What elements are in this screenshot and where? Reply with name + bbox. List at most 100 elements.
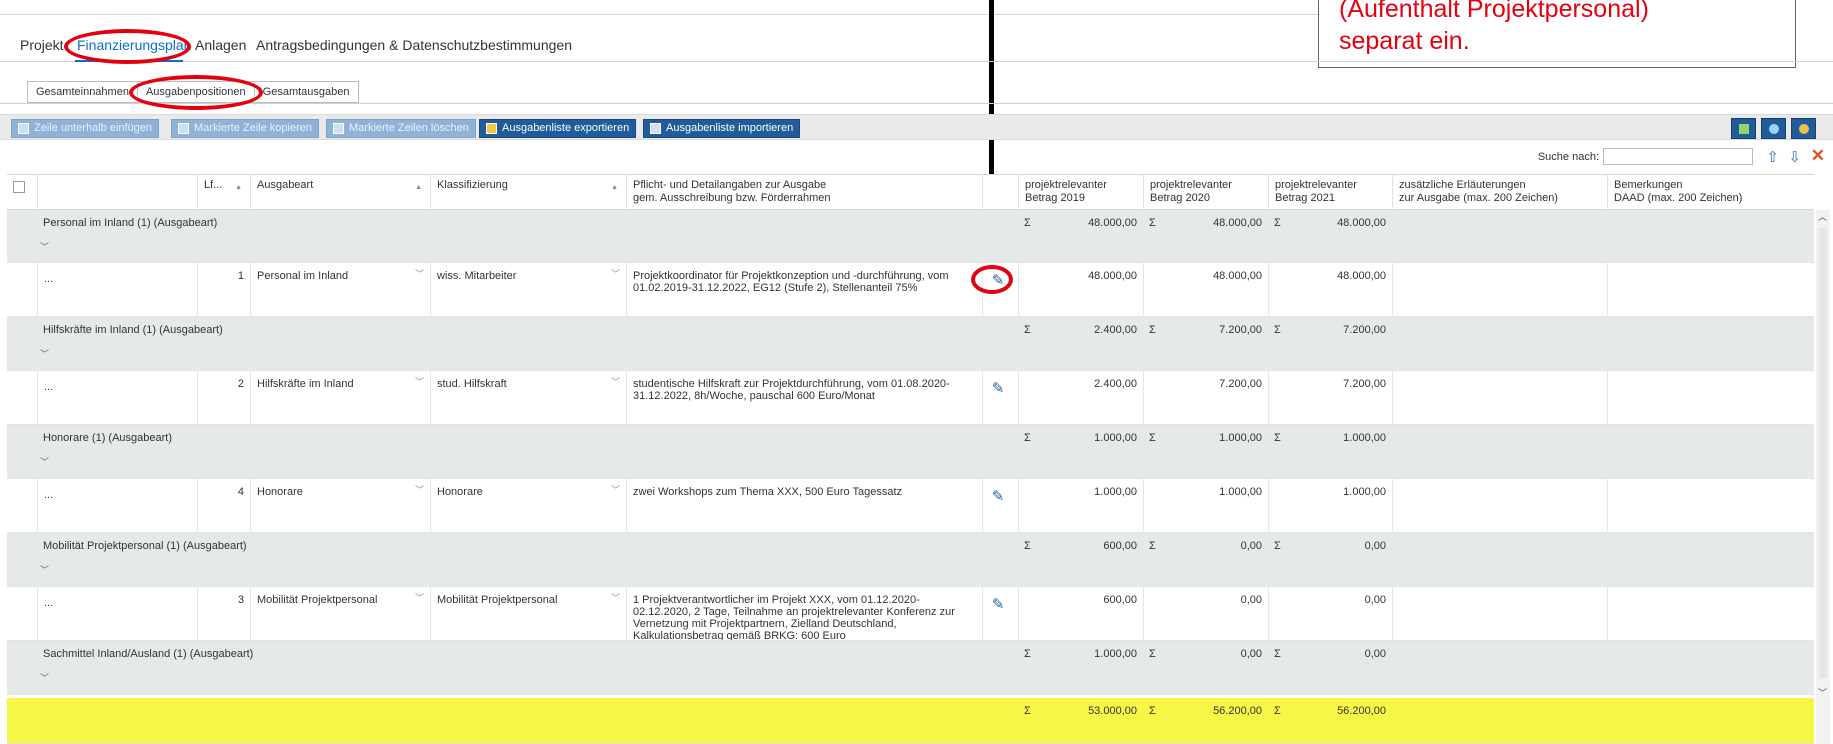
header-betrag-2020[interactable]: projektrelevanter Betrag 2020 [1143, 175, 1268, 211]
betrag-2019-cell[interactable]: 2.400,00 [1018, 371, 1143, 424]
chevron-down-icon[interactable]: ﹀ [40, 456, 49, 468]
row-select[interactable] [7, 317, 37, 370]
header-bemerkungen[interactable]: Bemerkungen DAAD (max. 200 Zeichen) [1607, 175, 1814, 211]
bemerkung-cell[interactable] [1607, 587, 1814, 640]
row-select[interactable] [7, 425, 37, 478]
search-button[interactable] [1761, 118, 1786, 139]
row-select[interactable] [7, 263, 37, 316]
erlaeuterung-cell[interactable] [1392, 371, 1607, 424]
bemerkung-cell[interactable] [1607, 371, 1814, 424]
header-betrag-2021[interactable]: projektrelevanter Betrag 2021 [1268, 175, 1392, 211]
betrag-2020-cell[interactable]: 1.000,00 [1143, 479, 1268, 532]
betrag-2019-cell[interactable]: 600,00 [1018, 587, 1143, 640]
header-ausgabeart[interactable]: Ausgabeart ▲ [250, 175, 430, 211]
betrag-2020-cell[interactable]: 0,00 [1143, 587, 1268, 640]
edit-pencil-icon[interactable]: ✎ [988, 487, 1008, 505]
erlaeuterung-cell[interactable] [1392, 587, 1607, 640]
personalize-button[interactable] [1791, 118, 1816, 139]
row-select[interactable] [7, 371, 37, 424]
desc-cell[interactable]: Projektkoordinator für Projektkonzeption… [626, 263, 982, 316]
row-menu[interactable]: ... [37, 479, 197, 532]
chevron-down-icon[interactable]: ﹀ [415, 376, 424, 388]
arrow-up-icon[interactable]: ⇧ [1766, 148, 1779, 166]
betrag-2019-cell[interactable]: 1.000,00 [1018, 479, 1143, 532]
group-row[interactable]: Hilfskräfte im Inland (1) (Ausgabeart) ﹀ … [7, 317, 1814, 371]
table-row[interactable]: ... 2 Hilfskräfte im Inland ﹀ stud. Hilfs… [7, 371, 1814, 425]
header-erlaeuterungen[interactable]: zusätzliche Erläuterungen zur Ausgabe (ma… [1392, 175, 1607, 211]
erlaeuterung-cell[interactable] [1392, 263, 1607, 316]
chevron-down-icon[interactable]: ﹀ [415, 268, 424, 280]
betrag-2021-cell[interactable]: 1.000,00 [1268, 479, 1392, 532]
erlaeuterung-cell[interactable] [1392, 479, 1607, 532]
ausgabeart-select[interactable]: Mobilität Projektpersonal ﹀ [250, 587, 430, 640]
chevron-down-icon[interactable]: ﹀ [40, 241, 49, 253]
subtab-gesamteinnahmen[interactable]: Gesamteinnahmen [28, 82, 138, 102]
chevron-down-icon[interactable]: ﹀ [40, 348, 49, 360]
tab-anlagen[interactable]: Anlagen [195, 37, 246, 53]
edit-pencil-icon[interactable]: ✎ [988, 379, 1008, 397]
header-betrag-2019[interactable]: projektrelevanter Betrag 2019 [1018, 175, 1143, 211]
chevron-down-icon[interactable]: ﹀ [611, 268, 620, 280]
insert-row-button[interactable]: Zeile unterhalb einfügen [11, 119, 160, 138]
group-row[interactable]: Sachmittel Inland/Ausland (1) (Ausgabear… [7, 641, 1814, 695]
header-lfd[interactable]: Lf... ▲ [197, 175, 250, 211]
delete-rows-button[interactable]: Markierte Zeilen löschen [326, 119, 476, 138]
scroll-down-icon[interactable]: ﹀ [1818, 686, 1827, 699]
ausgabeart-select[interactable]: Hilfskräfte im Inland ﹀ [250, 371, 430, 424]
row-menu[interactable]: ... [37, 587, 197, 640]
tab-antragsbedingungen[interactable]: Antragsbedingungen & Datenschutzbestimmu… [256, 37, 572, 53]
row-menu[interactable]: ... [37, 263, 197, 316]
betrag-2019-cell[interactable]: 48.000,00 [1018, 263, 1143, 316]
chevron-down-icon[interactable]: ﹀ [40, 672, 49, 684]
group-row[interactable]: Mobilität Projektpersonal (1) (Ausgabear… [7, 533, 1814, 587]
betrag-2021-cell[interactable]: 48.000,00 [1268, 263, 1392, 316]
ausgabeart-select[interactable]: Honorare ﹀ [250, 479, 430, 532]
desc-cell[interactable]: zwei Workshops zum Thema XXX, 500 Euro T… [626, 479, 982, 532]
klassifizierung-select[interactable]: Honorare ﹀ [430, 479, 626, 532]
chevron-down-icon[interactable]: ﹀ [40, 564, 49, 576]
row-select[interactable] [7, 210, 37, 262]
betrag-2021-cell[interactable]: 7.200,00 [1268, 371, 1392, 424]
header-klassifizierung[interactable]: Klassifizierung ▲ [430, 175, 626, 211]
klassifizierung-select[interactable]: Mobilität Projektpersonal ﹀ [430, 587, 626, 640]
row-select[interactable] [7, 641, 37, 694]
copy-row-button[interactable]: Markierte Zeile kopieren [171, 119, 319, 138]
ausgabeart-select[interactable]: Personal im Inland ﹀ [250, 263, 430, 316]
search-input[interactable] [1603, 148, 1753, 165]
select-all-cell[interactable] [7, 175, 37, 211]
import-list-button[interactable]: Ausgabenliste importieren [643, 119, 801, 138]
betrag-2021-cell[interactable]: 0,00 [1268, 587, 1392, 640]
chevron-down-icon[interactable]: ﹀ [611, 376, 620, 388]
export-list-button[interactable]: Ausgabenliste exportieren [479, 119, 637, 138]
header-pflichtangaben[interactable]: Pflicht- und Detailangaben zur Ausgabe ge… [626, 175, 982, 211]
chevron-down-icon[interactable]: ﹀ [611, 484, 620, 496]
edit-pencil-icon[interactable]: ✎ [988, 595, 1008, 613]
klassifizierung-select[interactable]: wiss. Mitarbeiter ﹀ [430, 263, 626, 316]
vertical-scrollbar[interactable]: ︿ ﹀ [1816, 210, 1830, 744]
row-select[interactable] [7, 587, 37, 640]
close-icon[interactable]: ✕ [1811, 146, 1825, 166]
chevron-down-icon[interactable]: ﹀ [611, 592, 620, 604]
chevron-down-icon[interactable]: ﹀ [415, 484, 424, 496]
klassifizierung-select[interactable]: stud. Hilfskraft ﹀ [430, 371, 626, 424]
arrow-down-icon[interactable]: ⇩ [1788, 148, 1801, 166]
group-row[interactable]: Personal im Inland (1) (Ausgabeart) ﹀ Σ 48… [7, 210, 1814, 263]
bemerkung-cell[interactable] [1607, 479, 1814, 532]
row-select[interactable] [7, 533, 37, 586]
subtab-gesamtausgaben[interactable]: Gesamtausgaben [255, 82, 358, 102]
scroll-thumb[interactable] [1819, 228, 1827, 678]
table-row[interactable]: ... 1 Personal im Inland ﹀ wiss. Mitarbei… [7, 263, 1814, 317]
row-select[interactable] [7, 479, 37, 532]
desc-cell[interactable]: studentische Hilfskraft zur Projektdurch… [626, 371, 982, 424]
table-row[interactable]: ... 4 Honorare ﹀ Honorare ﹀ zwei Workshops… [7, 479, 1814, 533]
group-row[interactable]: Honorare (1) (Ausgabeart) ﹀ Σ 1.000,00 Σ 1.… [7, 425, 1814, 479]
desc-cell[interactable]: 1 Projektverantwortlicher im Projekt XXX… [626, 587, 982, 640]
betrag-2020-cell[interactable]: 48.000,00 [1143, 263, 1268, 316]
scroll-up-icon[interactable]: ︿ [1818, 210, 1827, 223]
tab-projekt[interactable]: Projekt [20, 37, 64, 53]
chevron-down-icon[interactable]: ﹀ [415, 592, 424, 604]
bemerkung-cell[interactable] [1607, 263, 1814, 316]
row-menu[interactable]: ... [37, 371, 197, 424]
betrag-2020-cell[interactable]: 7.200,00 [1143, 371, 1268, 424]
table-settings-button[interactable] [1731, 118, 1756, 139]
